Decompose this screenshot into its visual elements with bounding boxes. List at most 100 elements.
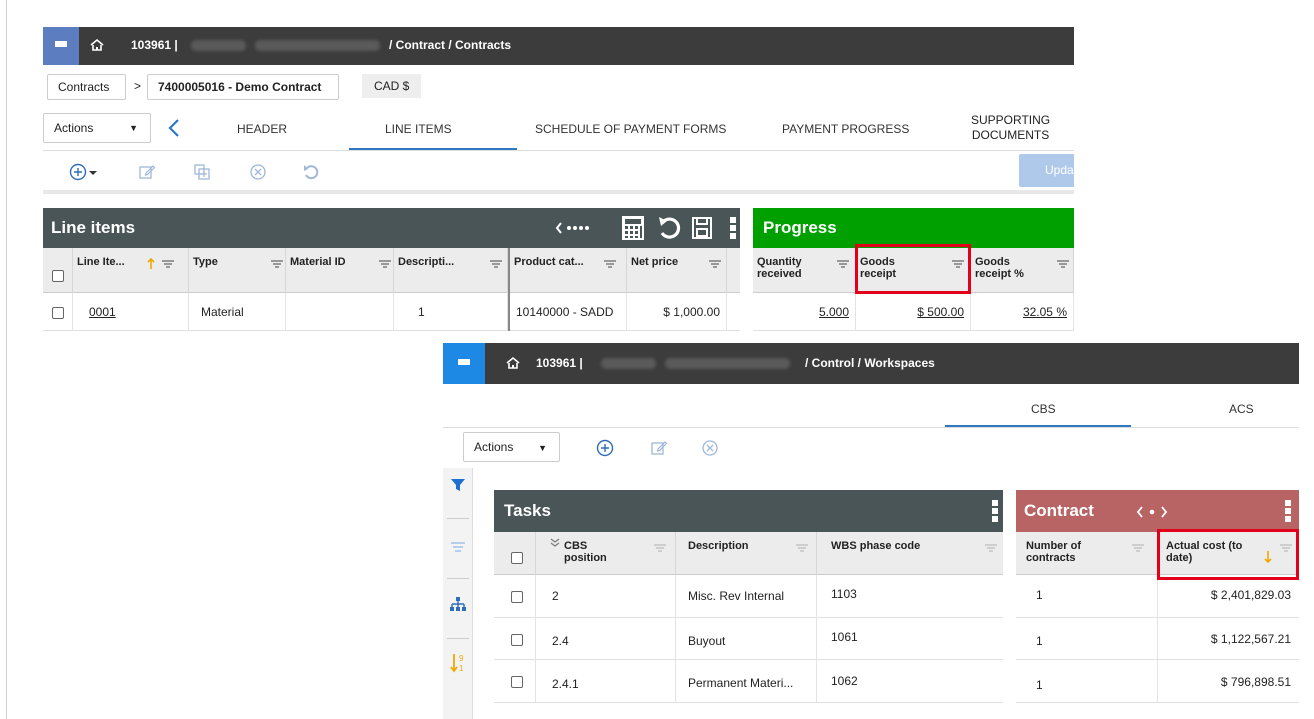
table-row[interactable]: 0001 Material 1 10140000 - SADD $ 1,000.… [43,293,740,331]
column-description[interactable]: Descripti... [394,248,508,293]
save-icon[interactable] [691,215,713,241]
add-icon[interactable] [69,163,87,181]
progress-title: Progress [763,218,837,237]
table-row[interactable]: 1 $ 2,401,829.03 [1016,575,1299,618]
tab-supporting-documents[interactable]: SUPPORTING DOCUMENTS [971,113,1050,143]
sort-ascending-icon[interactable] [147,258,155,270]
column-label: Descripti... [398,256,455,268]
filter-icon[interactable] [1132,544,1144,552]
caret-down-icon[interactable] [88,163,98,181]
row-select-cell [43,293,73,331]
row-select-cell [494,575,536,618]
select-all-cell [43,248,73,293]
tasks-panel: Tasks CBS position Description WBS phase… [494,490,1003,719]
menu-button[interactable] [443,343,485,384]
goods-receipt-cell[interactable]: $ 500.00 [856,293,971,331]
breadcrumb-contracts[interactable]: Contracts [47,74,126,100]
filter-icon[interactable] [490,260,502,268]
undo-icon[interactable] [302,163,320,181]
divider [447,578,469,579]
more-vertical-icon[interactable] [729,216,737,240]
row-checkbox[interactable] [511,590,523,603]
table-row[interactable]: 2 Misc. Rev Internal 1103 [494,575,1003,618]
add-icon[interactable] [596,439,614,457]
filter-icon[interactable] [271,260,283,268]
cancel-icon[interactable] [249,163,267,181]
column-product-category[interactable]: Product cat... [508,248,627,293]
edit-icon[interactable] [650,439,668,457]
tab-acs[interactable]: ACS [1229,402,1254,416]
filter-icon[interactable] [796,544,808,552]
home-icon[interactable] [505,356,521,370]
menu-button[interactable] [43,27,79,65]
tab-line-items[interactable]: LINE ITEMS [385,122,452,136]
expand-all-icon[interactable] [550,538,560,548]
update-button[interactable]: Upda [1019,154,1074,187]
tasks-title: Tasks [504,501,551,520]
currency-badge: CAD $ [362,74,422,98]
home-icon[interactable] [89,38,105,52]
column-description[interactable]: Description [676,532,817,575]
actions-dropdown[interactable]: Actions ▼ [463,432,560,462]
filter-icon[interactable] [162,260,174,268]
column-quantity-received[interactable]: Quantity received [753,248,856,293]
table-row[interactable]: 1 $ 796,898.51 [1016,660,1299,703]
row-checkbox[interactable] [52,306,64,319]
more-vertical-icon[interactable] [1284,499,1292,523]
column-material-id[interactable]: Material ID [286,248,394,293]
table-row[interactable]: 1 $ 1,122,567.21 [1016,618,1299,660]
list-filter-icon[interactable] [449,538,467,556]
row-checkbox[interactable] [511,633,523,646]
row-checkbox[interactable] [511,675,523,688]
more-vertical-icon[interactable] [991,499,999,523]
column-goods-receipt-percent[interactable]: Goods receipt % [971,248,1074,293]
tab-cbs[interactable]: CBS [1031,402,1056,416]
table-row[interactable]: 5.000 $ 500.00 32.05 % [753,293,1074,331]
breadcrumb-separator: > [134,79,142,93]
net-price-cell: $ 1,000.00 [627,293,727,331]
column-number-of-contracts[interactable]: Number of contracts [1016,532,1158,575]
table-row[interactable]: 2.4.1 Permanent Materi... 1062 [494,660,1003,703]
calculator-icon[interactable] [621,215,645,241]
tab-payment-progress[interactable]: PAYMENT PROGRESS [782,122,909,136]
breadcrumb-current-contract[interactable]: 7400005016 - Demo Contract [147,74,339,100]
column-net-price[interactable]: Net price [627,248,727,293]
column-wbs-phase-code[interactable]: WBS phase code [817,532,1003,575]
divider [447,518,469,519]
filter-funnel-icon[interactable] [449,476,467,494]
edit-icon[interactable] [138,163,156,181]
select-all-checkbox[interactable] [52,270,64,282]
filter-icon[interactable] [709,260,721,268]
filter-icon[interactable] [1057,260,1069,268]
quantity-received-cell[interactable]: 5.000 [753,293,856,331]
line-item-link[interactable]: 0001 [73,293,189,331]
column-label: position [564,552,607,564]
filter-icon[interactable] [604,260,616,268]
select-all-checkbox[interactable] [511,552,523,564]
hamburger-icon [55,41,67,51]
column-cbs-position[interactable]: CBS position [536,532,676,575]
highlight-goods-receipt [855,244,971,294]
copy-icon[interactable] [193,163,211,181]
column-line-item[interactable]: Line Ite... [73,248,189,293]
tab-schedule-of-payment-forms[interactable]: SCHEDULE OF PAYMENT FORMS [535,122,726,136]
filter-icon[interactable] [837,260,849,268]
tab-supporting-line2: DOCUMENTS [971,128,1050,142]
filter-icon[interactable] [654,544,666,552]
cancel-icon[interactable] [701,439,719,457]
pager-dots-icon[interactable] [555,220,595,236]
filter-icon[interactable] [379,260,391,268]
goods-receipt-percent-cell[interactable]: 32.05 % [971,293,1074,331]
pager-icon[interactable] [1137,505,1167,519]
chevron-left-icon[interactable] [167,118,181,138]
actions-dropdown[interactable]: Actions ▼ [43,113,151,143]
reset-icon[interactable] [657,215,681,241]
table-row[interactable]: 2.4 Buyout 1061 [494,618,1003,660]
progress-header: Progress [753,208,1074,248]
sort-numeric-icon[interactable]: 9 1 [449,652,467,674]
tab-header[interactable]: HEADER [237,122,287,136]
hierarchy-icon[interactable] [449,596,467,614]
filter-icon[interactable] [985,544,997,552]
column-label: Product cat... [514,256,584,268]
column-type[interactable]: Type [189,248,286,293]
